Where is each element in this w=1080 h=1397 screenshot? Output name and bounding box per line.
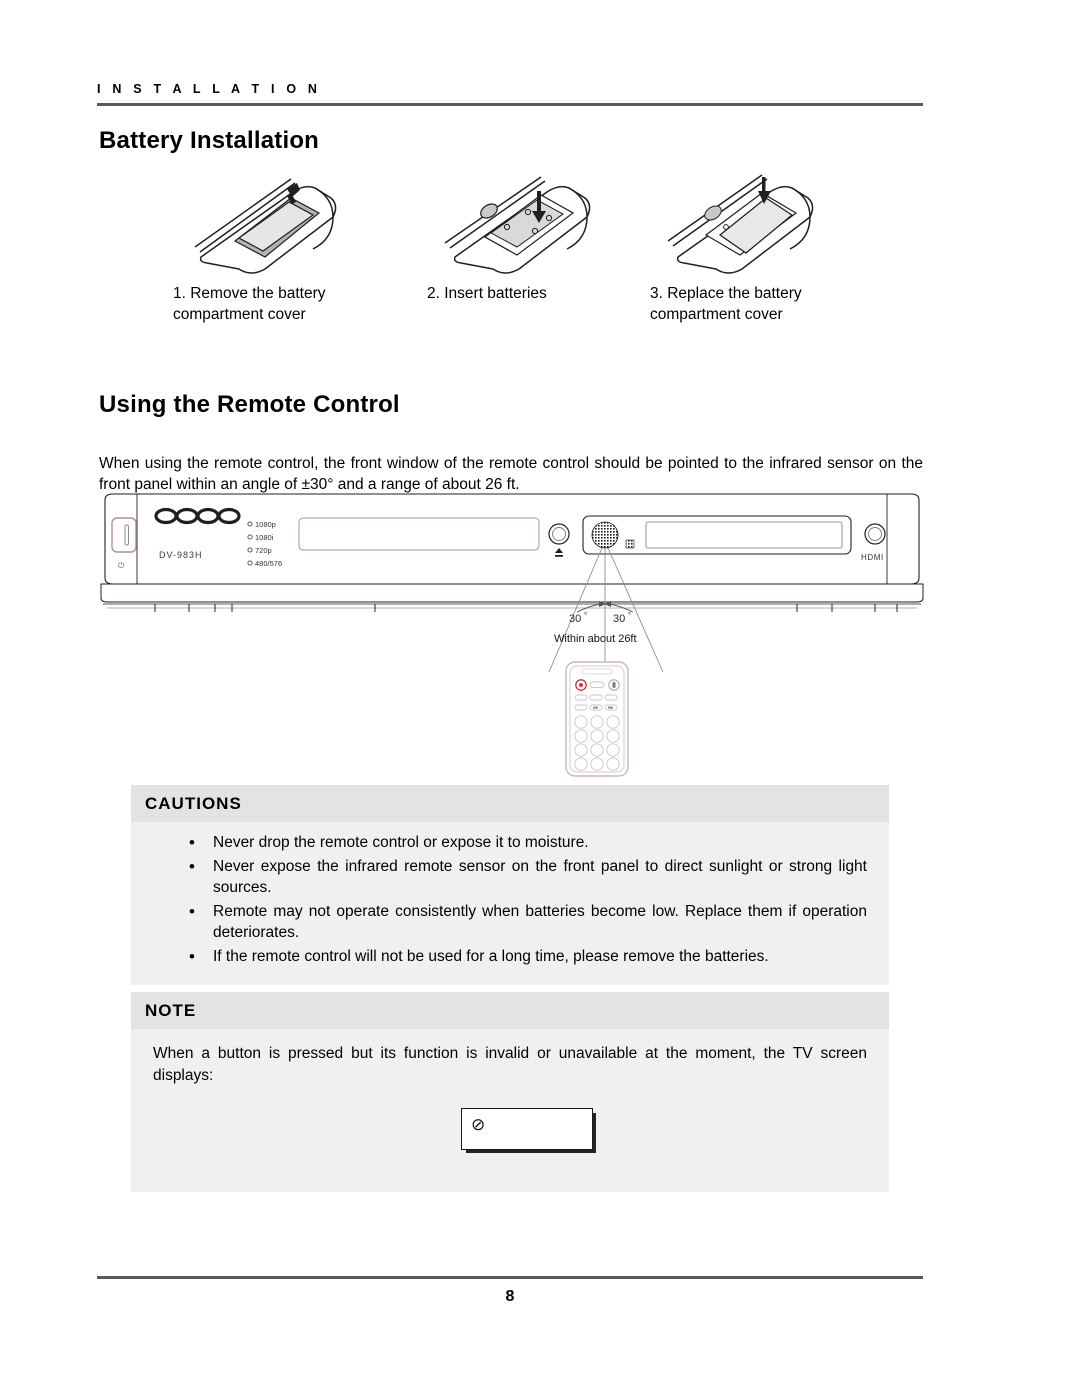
cautions-callout: CAUTIONS • Never drop the remote control… [131, 785, 889, 985]
list-item: • Never expose the infrared remote senso… [149, 856, 871, 899]
running-header: I N S T A L L A T I O N [97, 82, 322, 96]
battery-step-1: 1. Remove the battery compartment cover [173, 165, 423, 335]
remote-battery-insert-icon [444, 176, 591, 274]
bullet-icon: • [189, 946, 195, 966]
angle-left-label: 30 [569, 613, 581, 625]
footer-rule [97, 1276, 923, 1279]
list-item: • If the remote control will not be used… [149, 946, 871, 968]
page-title-using-remote-control: Using the Remote Control [99, 391, 400, 418]
battery-step-2: 2. Insert batteries [427, 165, 677, 335]
battery-steps: 1. Remove the battery compartment cover [97, 165, 927, 335]
prohibition-icon: ⊘ [471, 1115, 486, 1134]
cautions-title: CAUTIONS [131, 785, 889, 822]
cautions-body: • Never drop the remote control or expos… [131, 822, 889, 985]
manual-page: I N S T A L L A T I O N Battery Installa… [0, 0, 1080, 1397]
range-label: Within about 26ft [554, 633, 637, 645]
page-number: 8 [505, 1288, 515, 1305]
bullet-icon: • [189, 901, 195, 921]
caution-text: Never drop the remote control or expose … [213, 834, 589, 851]
note-callout: NOTE When a button is pressed but its fu… [131, 992, 889, 1192]
angle-right-label: 30 [613, 613, 625, 625]
remote-battery-cover-removal-icon [194, 178, 337, 274]
caution-text: Remote may not operate consistently when… [213, 902, 867, 942]
cautions-list: • Never drop the remote control or expos… [149, 832, 871, 967]
angle-left-degree: ° [584, 611, 587, 620]
battery-step-1-caption: 1. Remove the battery compartment cover [173, 285, 326, 323]
remote-intro-paragraph: When using the remote control, the front… [99, 454, 923, 494]
battery-step-3: 3. Replace the battery compartment cover [650, 165, 900, 335]
header-rule [97, 103, 923, 106]
note-body: When a button is pressed but its functio… [131, 1029, 889, 1192]
angle-right-degree: ° [628, 611, 631, 620]
caution-text: If the remote control will not be used f… [213, 947, 769, 965]
bullet-icon: • [189, 856, 195, 876]
page-title-battery-installation: Battery Installation [99, 127, 320, 154]
ir-beam-annotation: 30 ° 30 ° Within about 26ft [548, 547, 664, 677]
tv-screen-box: ⊘ [461, 1108, 593, 1150]
tv-screen-illustration: ⊘ [149, 1108, 871, 1176]
remote-battery-cover-replace-icon [667, 174, 814, 274]
note-text: When a button is pressed but its functio… [153, 1045, 867, 1084]
list-item: • Never drop the remote control or expos… [149, 832, 871, 854]
remote-control-icon [565, 661, 629, 777]
battery-step-2-caption: 2. Insert batteries [427, 285, 547, 302]
note-title: NOTE [131, 992, 889, 1029]
bullet-icon: • [189, 833, 195, 852]
caution-text: Never expose the infrared remote sensor … [213, 857, 867, 897]
list-item: • Remote may not operate consistently wh… [149, 901, 871, 944]
battery-step-3-caption: 3. Replace the battery compartment cover [650, 285, 802, 323]
front-panel-figure: ⏻ DV-983H 1080p 1080i 720p 480/576 HDMI … [97, 492, 927, 782]
